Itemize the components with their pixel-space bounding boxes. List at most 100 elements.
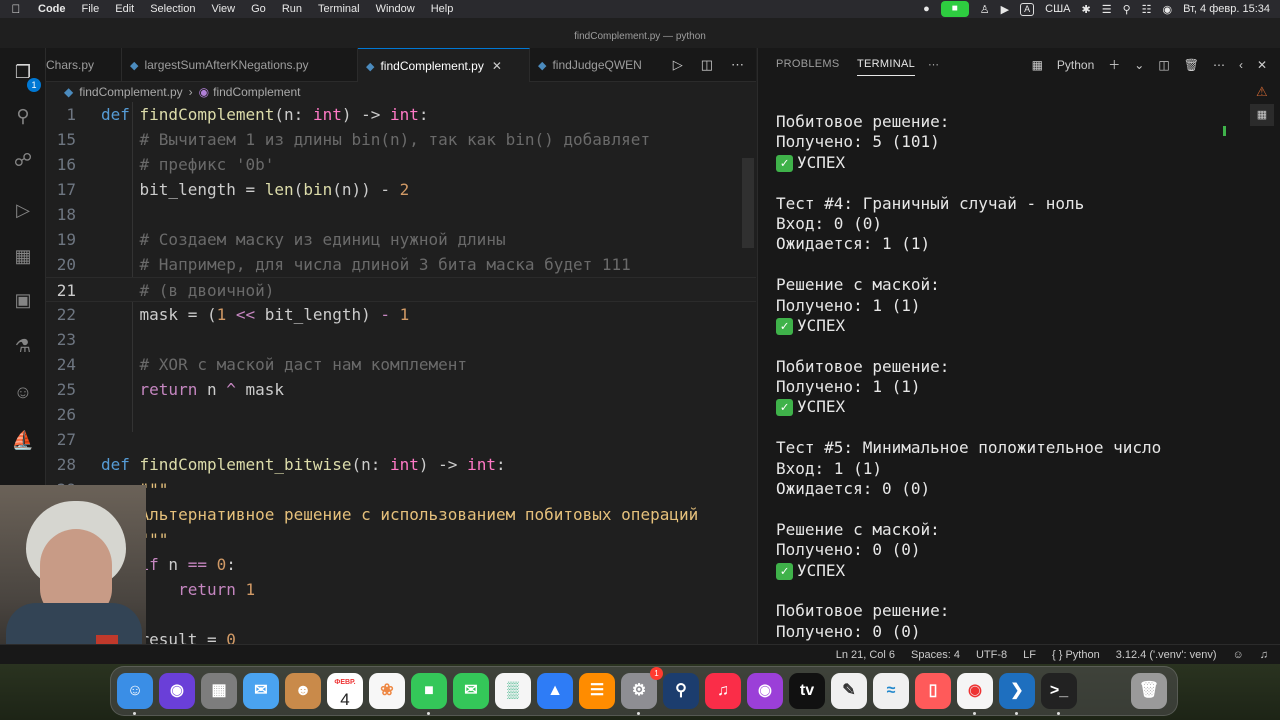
trash-icon[interactable]: 🗑	[1184, 58, 1199, 72]
keyboard-layout-label[interactable]: США	[1045, 3, 1070, 15]
code-line[interactable]: 20 # Например, для числа длиной 3 бита м…	[46, 252, 756, 277]
encoding[interactable]: UTF-8	[976, 645, 1007, 665]
play-icon[interactable]: ▶	[1001, 3, 1009, 16]
panel-more-icon[interactable]: ⋯	[928, 58, 939, 71]
vscode-icon[interactable]: ❯	[999, 673, 1035, 709]
docker-icon[interactable]: ⛵	[9, 426, 37, 454]
code-editor[interactable]: 1 def findComplement(n: int) -> int: 15 # …	[46, 102, 756, 648]
terminal-output[interactable]: Побитовое решение: Получено: 5 (101) ✓ УСПЕ…	[776, 112, 1236, 642]
books-icon[interactable]: ☰	[579, 673, 615, 709]
contacts-icon[interactable]: ☻	[285, 673, 321, 709]
tab-chars[interactable]: Chars.py	[38, 48, 122, 82]
close-panel-icon[interactable]: ✕	[1257, 58, 1267, 72]
tab-find-judge[interactable]: ◆ findJudgeQWEN	[530, 48, 660, 82]
code-line[interactable]: 23	[46, 327, 756, 352]
tab-find-complement[interactable]: ◆ findComplement.py ✕	[358, 48, 530, 82]
close-tab-icon[interactable]: ✕	[492, 59, 502, 73]
breadcrumb-symbol[interactable]: findComplement	[213, 85, 300, 99]
code-line[interactable]: 26	[46, 402, 756, 427]
code-line[interactable]: 17 bit_length = len(bin(n)) - 2	[46, 177, 756, 202]
freeform-icon[interactable]: ≈	[873, 673, 909, 709]
photos-icon[interactable]: ❀	[369, 673, 405, 709]
cursor-position[interactable]: Ln 21, Col 6	[836, 645, 895, 665]
code-line[interactable]: 19 # Создаем маску из единиц нужной длин…	[46, 227, 756, 252]
bluetooth-icon[interactable]: ✱	[1082, 3, 1091, 16]
indentation[interactable]: Spaces: 4	[911, 645, 960, 665]
quicktime-icon[interactable]: ⚲	[663, 673, 699, 709]
apple-tv-icon[interactable]: tv	[789, 673, 825, 709]
run-debug-icon[interactable]: ▷	[9, 196, 37, 224]
mail-icon[interactable]: ✉	[243, 673, 279, 709]
code-line[interactable]: 1 def findComplement(n: int) -> int:	[46, 102, 756, 127]
terminal-app-icon[interactable]: >_	[1041, 673, 1077, 709]
copilot-icon[interactable]: ☺	[9, 378, 37, 406]
record-dot-icon[interactable]: ●	[923, 3, 930, 15]
numbers-icon[interactable]: ▒	[495, 673, 531, 709]
chevron-down-icon[interactable]: ⌄	[1134, 58, 1144, 72]
launchpad-icon[interactable]: ▦	[201, 673, 237, 709]
spotlight-search-icon[interactable]: ⚲	[1123, 3, 1131, 16]
calendar-icon[interactable]: ФЕВР. 4	[327, 673, 363, 709]
code-line[interactable]: 29 """	[46, 477, 756, 502]
tab-problems[interactable]: PROBLEMS	[776, 58, 840, 70]
menu-edit[interactable]: Edit	[109, 3, 144, 15]
terminal-shell-label[interactable]: Python	[1057, 58, 1094, 72]
wifi-icon[interactable]: ☰	[1102, 3, 1112, 16]
source-control-icon[interactable]: ☍	[9, 146, 37, 174]
tab-largest-sum[interactable]: ◆ largestSumAfterKNegations.py	[122, 48, 358, 82]
code-line[interactable]: 28 def findComplement_bitwise(n: int) -> …	[46, 452, 756, 477]
menu-go[interactable]: Go	[245, 3, 276, 15]
code-line[interactable]: 16 # префикс '0b'	[46, 152, 756, 177]
music-icon[interactable]: ♫	[705, 673, 741, 709]
keynote-icon[interactable]: ▲	[537, 673, 573, 709]
copilot-status-icon[interactable]: ☺	[1233, 645, 1244, 665]
more-actions-icon[interactable]: ⋯	[1213, 58, 1225, 72]
new-terminal-icon[interactable]: ＋	[1108, 56, 1120, 73]
split-editor-icon[interactable]: ◫	[701, 48, 713, 82]
extensions-icon[interactable]: ▦	[9, 242, 37, 270]
run-file-icon[interactable]: ▷	[673, 48, 683, 82]
chrome-icon[interactable]: ◉	[957, 673, 993, 709]
code-line[interactable]: 34	[46, 602, 756, 627]
code-line[interactable]: 32 if n == 0:	[46, 552, 756, 577]
podcasts-icon[interactable]: ◉	[747, 673, 783, 709]
trash-bin-icon[interactable]: 🗑	[1131, 673, 1167, 709]
terminal-instance-icon[interactable]: ▦	[1250, 104, 1274, 126]
tab-terminal[interactable]: TERMINAL	[857, 58, 916, 76]
figure-icon[interactable]: ♙	[980, 3, 990, 16]
apple-menu-icon[interactable]: 	[0, 2, 32, 16]
line-ending[interactable]: LF	[1023, 645, 1036, 665]
more-actions-icon[interactable]: ⋯	[731, 48, 744, 82]
menubar-clock[interactable]: Вт, 4 февр. 15:34	[1183, 3, 1270, 15]
app-menu[interactable]: Code	[32, 3, 76, 15]
code-line[interactable]: 18	[46, 202, 756, 227]
menu-selection[interactable]: Selection	[144, 3, 205, 15]
notifications-bell-icon[interactable]: ♫	[1260, 645, 1268, 665]
iphone-mirroring-icon[interactable]: ▯	[915, 673, 951, 709]
code-line[interactable]: 27	[46, 427, 756, 452]
code-line[interactable]: 21 # (в двоичной)	[46, 277, 756, 302]
textedit-icon[interactable]: ✎	[831, 673, 867, 709]
code-line[interactable]: 31 """	[46, 527, 756, 552]
code-line[interactable]: 30 Альтернативное решение с использовани…	[46, 502, 756, 527]
finder-icon[interactable]: ☺	[117, 673, 153, 709]
menu-view[interactable]: View	[205, 3, 245, 15]
menu-run[interactable]: Run	[276, 3, 312, 15]
menu-file[interactable]: File	[76, 3, 110, 15]
control-center-icon[interactable]: ☷	[1142, 3, 1152, 16]
facetime-icon[interactable]: ■	[411, 673, 447, 709]
code-line[interactable]: 15 # Вычитаем 1 из длины bin(n), так как…	[46, 127, 756, 152]
siri-icon[interactable]: ◉	[1163, 3, 1173, 16]
code-line[interactable]: 25 return n ^ mask	[46, 377, 756, 402]
language-mode[interactable]: { } Python	[1052, 645, 1100, 665]
code-line[interactable]: 33 return 1	[46, 577, 756, 602]
python-interpreter[interactable]: 3.12.4 ('.venv': venv)	[1116, 645, 1217, 665]
menu-terminal[interactable]: Terminal	[312, 3, 370, 15]
menu-window[interactable]: Window	[370, 3, 425, 15]
split-terminal-icon[interactable]: ◫	[1158, 58, 1169, 72]
explorer-icon[interactable]: ❐ 1	[9, 58, 41, 92]
search-icon[interactable]: ⚲	[9, 102, 37, 130]
facetime-camera-icon[interactable]: ■	[940, 1, 969, 17]
breadcrumb-file[interactable]: findComplement.py	[79, 85, 182, 99]
warning-icon[interactable]: ⚠	[1256, 84, 1268, 100]
